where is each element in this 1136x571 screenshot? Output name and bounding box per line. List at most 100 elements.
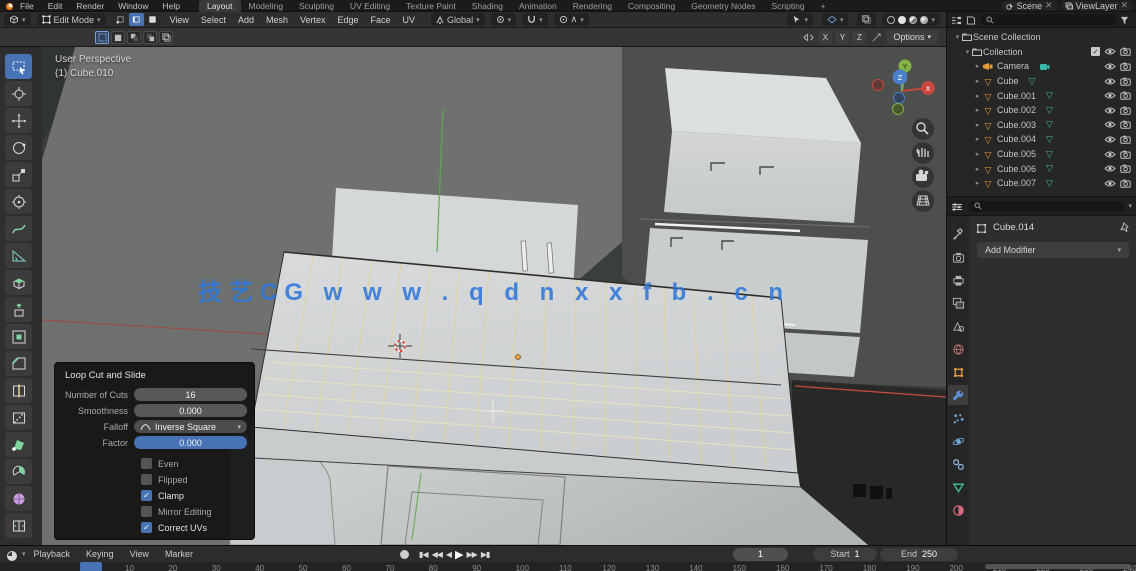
properties-tab-constraints[interactable] <box>948 454 968 474</box>
factor-slider[interactable]: 0.000 <box>134 436 247 449</box>
play-reverse-button[interactable]: ◀ <box>446 550 452 559</box>
symmetry-z-toggle[interactable]: Z <box>852 30 867 44</box>
falloff-dropdown[interactable]: Inverse Square ▾ <box>134 420 247 433</box>
properties-tab-particles[interactable] <box>948 408 968 428</box>
workspace-tab-modeling[interactable]: Modeling <box>241 0 292 12</box>
outliner-editor-icon[interactable] <box>951 16 963 24</box>
symmetry-y-toggle[interactable]: Y <box>835 30 850 44</box>
camera-view-button[interactable] <box>912 166 934 188</box>
auto-key-record-button[interactable] <box>400 549 409 559</box>
disable-render-icon[interactable] <box>1120 106 1131 115</box>
tool-add-cube[interactable] <box>5 270 32 295</box>
vertex-select-button[interactable] <box>112 13 128 26</box>
rendered-shading-button[interactable] <box>920 15 929 24</box>
prev-keyframe-button[interactable]: ◀◀ <box>432 550 443 559</box>
operator-panel[interactable]: Loop Cut and Slide Number of Cuts 16 Smo… <box>54 362 255 540</box>
hide-eye-icon[interactable] <box>1104 47 1116 56</box>
menu-edit[interactable]: Edit <box>41 0 70 12</box>
tool-measure[interactable] <box>5 243 32 268</box>
pin-icon[interactable] <box>1120 221 1130 233</box>
select-invert-mode-button[interactable] <box>143 30 157 44</box>
menu-file[interactable]: File <box>13 0 41 12</box>
clamp-checkbox-row[interactable]: ✓ Clamp <box>141 488 247 503</box>
hide-eye-icon[interactable] <box>1104 135 1116 144</box>
tool-edge-slide[interactable] <box>5 513 32 538</box>
workspace-tab-+[interactable]: + <box>813 0 834 12</box>
mirror-editing-checkbox[interactable] <box>141 506 152 517</box>
timeline-menu-view[interactable]: View <box>122 549 157 559</box>
flipped-checkbox-row[interactable]: Flipped <box>141 472 247 487</box>
disclosure-icon[interactable]: ▸ <box>973 92 982 100</box>
vp-menu-select[interactable]: Select <box>195 15 232 25</box>
clamp-checkbox[interactable]: ✓ <box>141 490 152 501</box>
vp-menu-view[interactable]: View <box>164 15 195 25</box>
flipped-checkbox[interactable] <box>141 474 152 485</box>
hide-eye-icon[interactable] <box>1104 62 1116 71</box>
scene-selector[interactable]: Scene ✕ <box>1001 0 1057 11</box>
disclosure-icon[interactable]: ▸ <box>973 165 982 173</box>
tool-smooth[interactable] <box>5 486 32 511</box>
hide-eye-icon[interactable] <box>1104 164 1116 173</box>
options-dropdown[interactable]: Options ▾ <box>886 30 938 44</box>
disable-render-icon[interactable] <box>1120 47 1131 57</box>
disable-render-icon[interactable] <box>1120 164 1131 173</box>
vp-menu-edge[interactable]: Edge <box>331 15 364 25</box>
disclosure-icon[interactable]: ▸ <box>973 121 982 129</box>
breadcrumb-object-name[interactable]: Cube.014 <box>993 222 1034 233</box>
outliner-row-cube-002[interactable]: ▸ ▽ Cube.002 ▽ <box>947 103 1136 118</box>
object-name[interactable]: Cube.006 <box>997 164 1036 174</box>
overlays-dropdown[interactable]: ▾ <box>821 13 849 26</box>
workspace-tab-animation[interactable]: Animation <box>511 0 565 12</box>
outliner-row-cube-001[interactable]: ▸ ▽ Cube.001 ▽ <box>947 88 1136 103</box>
gizmos-dropdown[interactable]: ▾ <box>787 13 813 26</box>
disable-render-icon[interactable] <box>1120 135 1131 144</box>
disclosure-icon[interactable]: ▸ <box>973 77 982 85</box>
properties-search-input[interactable] <box>969 200 1125 212</box>
edge-select-button[interactable] <box>128 13 144 26</box>
playhead[interactable] <box>80 562 102 571</box>
smoothness-field[interactable]: 0.000 <box>134 404 247 417</box>
solid-shading-button[interactable] <box>898 15 907 24</box>
snap-elastic-icon[interactable] <box>869 31 883 44</box>
properties-tab-modifiers[interactable] <box>948 385 968 405</box>
outliner-row-cube[interactable]: ▸ ▽ Cube ▽ <box>947 74 1136 89</box>
tool-inset-faces[interactable] <box>5 324 32 349</box>
timeline-menu-marker[interactable]: Marker <box>157 549 201 559</box>
object-name[interactable]: Cube <box>997 76 1019 86</box>
properties-tab-physics[interactable] <box>948 431 968 451</box>
object-name[interactable]: Cube.004 <box>997 134 1036 144</box>
select-intersect-mode-button[interactable] <box>159 30 173 44</box>
gizmo-z-neg[interactable] <box>893 92 905 104</box>
disable-render-icon[interactable] <box>1120 91 1131 100</box>
viewlayer-selector[interactable]: ViewLayer ✕ <box>1060 0 1132 11</box>
hide-eye-icon[interactable] <box>1104 91 1116 100</box>
workspace-tab-scripting[interactable]: Scripting <box>764 0 813 12</box>
jump-to-end-button[interactable]: ▶▮ <box>481 550 491 559</box>
disable-render-icon[interactable] <box>1120 77 1131 86</box>
object-name[interactable]: Cube.002 <box>997 105 1036 115</box>
filter-icon[interactable] <box>1120 16 1132 24</box>
vp-menu-uv[interactable]: UV <box>397 15 422 25</box>
hide-eye-icon[interactable] <box>1104 120 1116 129</box>
tool-annotate[interactable] <box>5 216 32 241</box>
xray-toggle[interactable] <box>857 13 877 26</box>
workspace-tab-uv-editing[interactable]: UV Editing <box>342 0 398 12</box>
disclosure-icon[interactable]: ▸ <box>973 135 982 143</box>
outliner-row-cube-004[interactable]: ▸ ▽ Cube.004 ▽ <box>947 132 1136 147</box>
current-frame-field[interactable]: 1 <box>733 547 788 561</box>
frame-start-field[interactable]: Start 1 <box>813 547 877 561</box>
workspace-tab-geometry-nodes[interactable]: Geometry Nodes <box>683 0 763 12</box>
even-checkbox-row[interactable]: Even <box>141 456 247 471</box>
tool-select-box[interactable] <box>5 54 32 79</box>
scene-unlink-icon[interactable]: ✕ <box>1045 0 1053 11</box>
hide-eye-icon[interactable] <box>1104 179 1116 188</box>
tool-bevel[interactable] <box>5 351 32 376</box>
properties-tab-world[interactable] <box>948 339 968 359</box>
properties-tab-tool[interactable] <box>948 224 968 244</box>
pivot-point-dropdown[interactable]: ▾ <box>490 13 517 26</box>
tool-scale[interactable] <box>5 162 32 187</box>
workspace-tab-texture-paint[interactable]: Texture Paint <box>398 0 464 12</box>
vp-menu-add[interactable]: Add <box>232 15 260 25</box>
symmetry-x-toggle[interactable]: X <box>818 30 833 44</box>
object-name[interactable]: Cube.005 <box>997 149 1036 159</box>
